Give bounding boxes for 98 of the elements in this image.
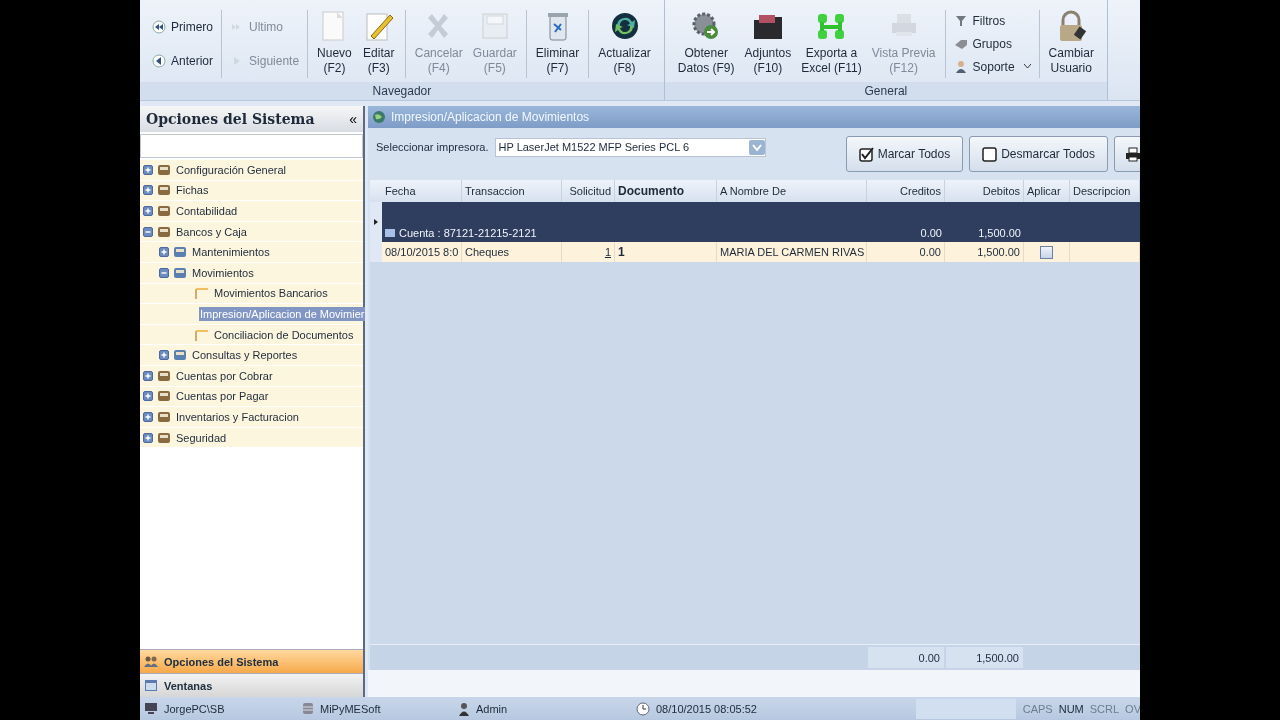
- checkbox[interactable]: [1040, 245, 1053, 259]
- printer-dropdown[interactable]: HP LaserJet M1522 MFP Series PCL 6: [494, 137, 766, 157]
- expand-toggle[interactable]: [143, 432, 153, 443]
- toolbar-button[interactable]: Nuevo (F2): [312, 10, 357, 78]
- printer-icon: [1125, 146, 1140, 162]
- tree-item[interactable]: Seguridad: [175, 430, 228, 445]
- database-icon: [302, 702, 314, 715]
- module-icon: [157, 162, 171, 177]
- expand-toggle[interactable]: [159, 350, 169, 361]
- tree-item[interactable]: Fichas: [175, 183, 210, 198]
- person-icon: [953, 59, 968, 74]
- toolbar-button[interactable]: Eliminar (F7): [530, 10, 585, 78]
- expand-toggle[interactable]: [143, 206, 153, 216]
- checkbox-checked-icon: [858, 146, 874, 162]
- key-indicator: SCRL: [1088, 702, 1121, 715]
- globe-icon: [372, 110, 386, 124]
- tag-icon: [953, 37, 968, 51]
- field-label: Seleccionar impresora.: [376, 141, 489, 153]
- group-label: General: [664, 82, 1107, 100]
- user-icon: [458, 701, 470, 716]
- toolbar-button[interactable]: Grupos: [949, 35, 1035, 53]
- form-icon: [195, 286, 209, 301]
- status-text: MiPyMESoft: [320, 702, 381, 715]
- expand-toggle[interactable]: [159, 247, 169, 258]
- toolbar-button[interactable]: Soporte: [949, 57, 1035, 76]
- form-icon: [195, 327, 209, 342]
- cell-link[interactable]: 1: [604, 246, 611, 258]
- table-cell: 0.00: [920, 227, 942, 239]
- status-text: JorgePC\SB: [164, 702, 225, 715]
- toolbar-button[interactable]: Editar (F3): [356, 10, 401, 78]
- total-value: 1,500.00: [976, 651, 1019, 664]
- column-header[interactable]: A Nombre De: [720, 185, 787, 197]
- module-icon: [173, 245, 187, 260]
- search-field[interactable]: [140, 134, 363, 158]
- expand-toggle[interactable]: [143, 370, 153, 381]
- status-text: 08/10/2015 08:05:52: [656, 702, 757, 715]
- key-indicator: NUM: [1057, 702, 1085, 715]
- table-cell: 08/10/2015 8:0: [385, 246, 459, 258]
- group-row-label: Cuenta : 87121-21215-2121: [399, 227, 537, 239]
- table-cell: 1,500.00: [977, 246, 1020, 258]
- toolbar-button[interactable]: Exporta a Excel (F11): [796, 10, 867, 78]
- caret-icon: [1023, 64, 1031, 70]
- status-text: Admin: [476, 702, 508, 715]
- column-header[interactable]: Documento: [618, 184, 684, 198]
- column-header[interactable]: Transaccion: [465, 185, 525, 197]
- column-header[interactable]: Aplicar: [1027, 185, 1061, 197]
- module-icon: [157, 224, 171, 239]
- group-label: Navegador: [140, 82, 664, 100]
- expand-toggle[interactable]: [143, 411, 153, 422]
- total-value: 0.00: [918, 651, 940, 664]
- toolbar-button[interactable]: Filtros: [949, 12, 1035, 31]
- table-cell: MARIA DEL CARMEN RIVAS: [720, 246, 865, 258]
- column-header[interactable]: Solicitud: [569, 185, 611, 197]
- toolbar-button[interactable]: Anterior: [148, 52, 218, 70]
- funnel-icon: [953, 14, 968, 29]
- mark-all-button[interactable]: Marcar Todos: [845, 136, 964, 172]
- column-header[interactable]: Debitos: [982, 185, 1020, 197]
- people-icon: [144, 655, 158, 668]
- toolbar-button[interactable]: Cambiar Usuario: [1043, 10, 1099, 78]
- column-header[interactable]: Creditos: [900, 185, 941, 197]
- tree-item[interactable]: Contabilidad: [175, 204, 239, 218]
- computer-icon: [144, 702, 158, 715]
- pane-button[interactable]: Ventanas: [140, 673, 363, 697]
- collapse-button[interactable]: «: [349, 111, 357, 127]
- expand-toggle[interactable]: [143, 185, 153, 196]
- panel-title: Opciones del Sistema: [146, 111, 315, 127]
- table-cell: 1: [618, 245, 625, 259]
- table-cell: Cheques: [465, 246, 510, 258]
- tree-item[interactable]: Movimientos: [191, 265, 255, 280]
- table-cell: 1,500.00: [978, 227, 1021, 239]
- clock-icon: [636, 701, 650, 716]
- module-icon: [157, 430, 171, 445]
- window-icon: [144, 679, 158, 692]
- key-indicator: CAPS: [1021, 702, 1054, 715]
- rewind-icon: [152, 20, 166, 34]
- expand-toggle[interactable]: [143, 164, 153, 175]
- column-header[interactable]: Descripcion: [1073, 185, 1131, 197]
- module-icon: [157, 409, 171, 424]
- group-icon: [385, 229, 395, 239]
- checkbox-icon: [982, 146, 998, 162]
- module-icon: [157, 183, 171, 198]
- table-cell: 0.00: [919, 246, 941, 258]
- toolbar-button[interactable]: Obtener Datos (F9): [672, 10, 740, 78]
- expand-toggle[interactable]: [143, 391, 153, 402]
- module-icon: [157, 389, 171, 404]
- module-icon: [173, 265, 187, 280]
- expand-toggle[interactable]: [143, 226, 153, 237]
- toolbar-button[interactable]: Primero: [148, 18, 218, 36]
- panel-title: Impresion/Aplicacion de Movimientos: [391, 110, 590, 124]
- column-header[interactable]: Fecha: [385, 185, 416, 197]
- pane-button[interactable]: Opciones del Sistema: [140, 649, 363, 673]
- module-icon: [157, 368, 171, 383]
- module-icon: [157, 204, 171, 218]
- toolbar-button[interactable]: Actualizar (F8): [593, 10, 656, 78]
- unmark-all-button[interactable]: Desmarcar Todos: [969, 136, 1108, 172]
- module-icon: [173, 348, 187, 363]
- toolbar-button[interactable]: Adjuntos (F10): [739, 10, 797, 78]
- expand-toggle[interactable]: [159, 267, 169, 278]
